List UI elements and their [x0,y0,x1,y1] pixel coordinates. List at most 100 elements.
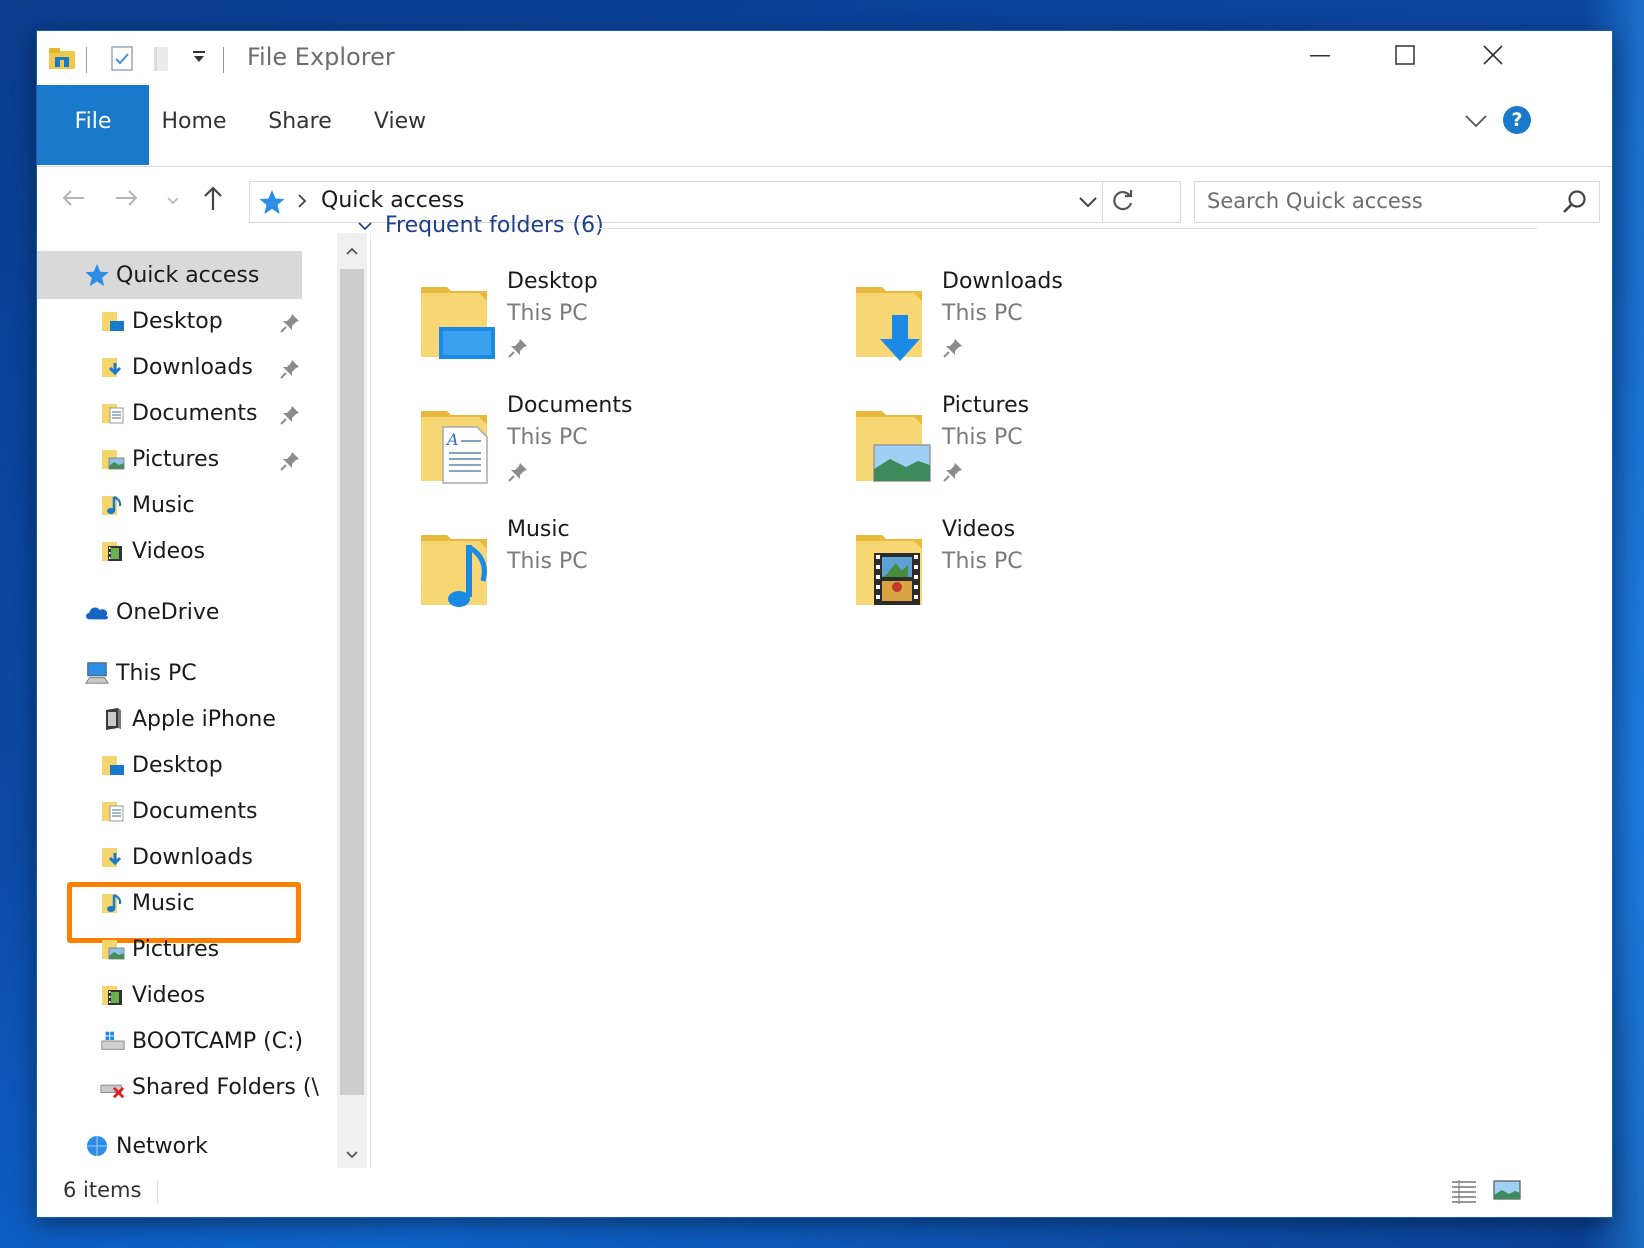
nav-shared-folders[interactable]: Shared Folders (\ [100,1065,319,1109]
tab-file[interactable]: File [37,85,149,165]
downloads-folder-icon [100,354,126,380]
maximize-button[interactable] [1359,31,1451,83]
up-button[interactable] [197,183,229,217]
window-title: File Explorer [247,43,395,71]
nav-onedrive[interactable]: OneDrive [84,590,219,634]
music-folder-icon [100,492,126,518]
folder-tile-music[interactable]: Music This PC [417,517,817,627]
nav-quick-access[interactable]: Quick access [84,253,259,297]
status-bar: 6 items [37,1168,1612,1217]
scroll-down-chevron-icon[interactable] [345,1145,359,1164]
help-button[interactable]: ? [1503,106,1531,134]
nav-pc-pictures[interactable]: Pictures [100,927,219,971]
back-button[interactable] [57,183,89,217]
search-icon[interactable] [1561,188,1589,220]
nav-label: This PC [116,660,197,686]
pin-icon [507,461,529,487]
nav-apple-iphone[interactable]: Apple iPhone [100,697,276,741]
maximize-icon [1394,44,1416,70]
ribbon-tabs: File Home Share View ? [37,85,1612,165]
nav-quick-music[interactable]: Music [100,483,195,527]
nav-pc-videos[interactable]: Videos [100,973,205,1017]
tab-home[interactable]: Home [149,85,239,165]
refresh-icon[interactable] [1110,188,1136,218]
nav-quick-pictures[interactable]: Pictures [100,437,219,481]
downloads-folder-icon [852,277,938,363]
windows-drive-icon [100,1028,126,1054]
divider [223,47,224,73]
onedrive-cloud-icon [84,599,110,625]
nav-quick-videos[interactable]: Videos [100,529,205,573]
minimize-button[interactable] [1274,31,1366,83]
music-folder-icon [417,525,503,611]
iphone-device-icon [100,706,126,732]
customize-toolbar-dropdown-icon[interactable] [191,49,207,69]
disconnected-network-drive-icon [100,1074,126,1100]
nav-quick-downloads[interactable]: Downloads [100,345,253,389]
pin-icon[interactable] [279,358,301,384]
folder-tile-documents[interactable]: A Documents This PC [417,393,817,503]
nav-pc-desktop[interactable]: Desktop [100,743,223,787]
forward-button[interactable] [111,183,143,217]
music-folder-icon [100,890,126,916]
pin-icon [942,337,964,363]
quick-access-star-icon [258,188,286,220]
tab-view[interactable]: View [355,85,445,165]
nav-quick-documents[interactable]: Documents [100,391,257,435]
scrollbar-thumb[interactable] [340,269,364,1095]
large-icons-view-icon[interactable] [1493,1178,1521,1206]
address-history-chevron-icon[interactable] [1077,194,1099,213]
close-button[interactable] [1447,31,1539,83]
nav-label: Documents [132,400,258,426]
documents-folder-icon [100,400,126,426]
folder-name: Videos [942,517,1016,542]
nav-label: Desktop [132,752,223,778]
expand-ribbon-chevron-icon[interactable] [1464,113,1488,133]
nav-label: Downloads [132,354,253,380]
scroll-up-chevron-icon[interactable] [345,241,359,260]
nav-quick-desktop[interactable]: Desktop [100,299,223,343]
divider [1102,182,1103,222]
breadcrumb-quick-access[interactable]: Quick access [321,188,464,213]
pin-icon[interactable] [279,312,301,338]
nav-label: Apple iPhone [132,706,276,732]
nav-pc-documents[interactable]: Documents [100,789,257,833]
tab-share[interactable]: Share [255,85,345,165]
pin-icon [942,461,964,487]
details-view-icon[interactable] [1450,1178,1478,1208]
recent-locations-button[interactable] [163,183,183,217]
search-input[interactable] [1207,185,1547,217]
file-explorer-app-icon [47,43,77,77]
navigation-pane: Quick access Desktop Downloads Documents… [37,251,355,1166]
pin-icon[interactable] [279,450,301,476]
folder-name: Desktop [507,269,598,294]
nav-pc-music[interactable]: Music [100,881,195,925]
navigation-scrollbar[interactable] [337,233,367,1168]
nav-pc-downloads[interactable]: Downloads [100,835,253,879]
videos-folder-icon [100,538,126,564]
folder-tile-desktop[interactable]: Desktop This PC [417,269,817,379]
nav-network[interactable]: Network [84,1124,208,1166]
divider [86,47,87,73]
properties-icon[interactable] [109,43,135,77]
new-folder-icon[interactable] [151,43,173,77]
search-box [1194,181,1600,223]
folder-tile-videos[interactable]: Videos This PC [852,517,1252,627]
quick-access-star-icon [84,262,110,288]
pin-icon [507,337,529,363]
folder-tile-pictures[interactable]: Pictures This PC [852,393,1252,503]
nav-bootcamp-drive[interactable]: BOOTCAMP (C:) [100,1019,303,1063]
folder-name: Music [507,517,570,542]
frequent-folders-header[interactable]: Frequent folders (6) [357,213,604,238]
folder-tile-downloads[interactable]: Downloads This PC [852,269,1252,379]
nav-label: OneDrive [116,599,220,625]
nav-label: Documents [132,798,258,824]
nav-this-pc[interactable]: This PC [84,651,197,695]
nav-label: Desktop [132,308,223,334]
folder-location: This PC [507,549,588,574]
up-arrow-icon [202,184,224,216]
breadcrumb-separator-icon [296,193,308,213]
folder-name: Documents [507,393,633,418]
group-title: Frequent folders [385,213,565,238]
pin-icon[interactable] [279,404,301,430]
